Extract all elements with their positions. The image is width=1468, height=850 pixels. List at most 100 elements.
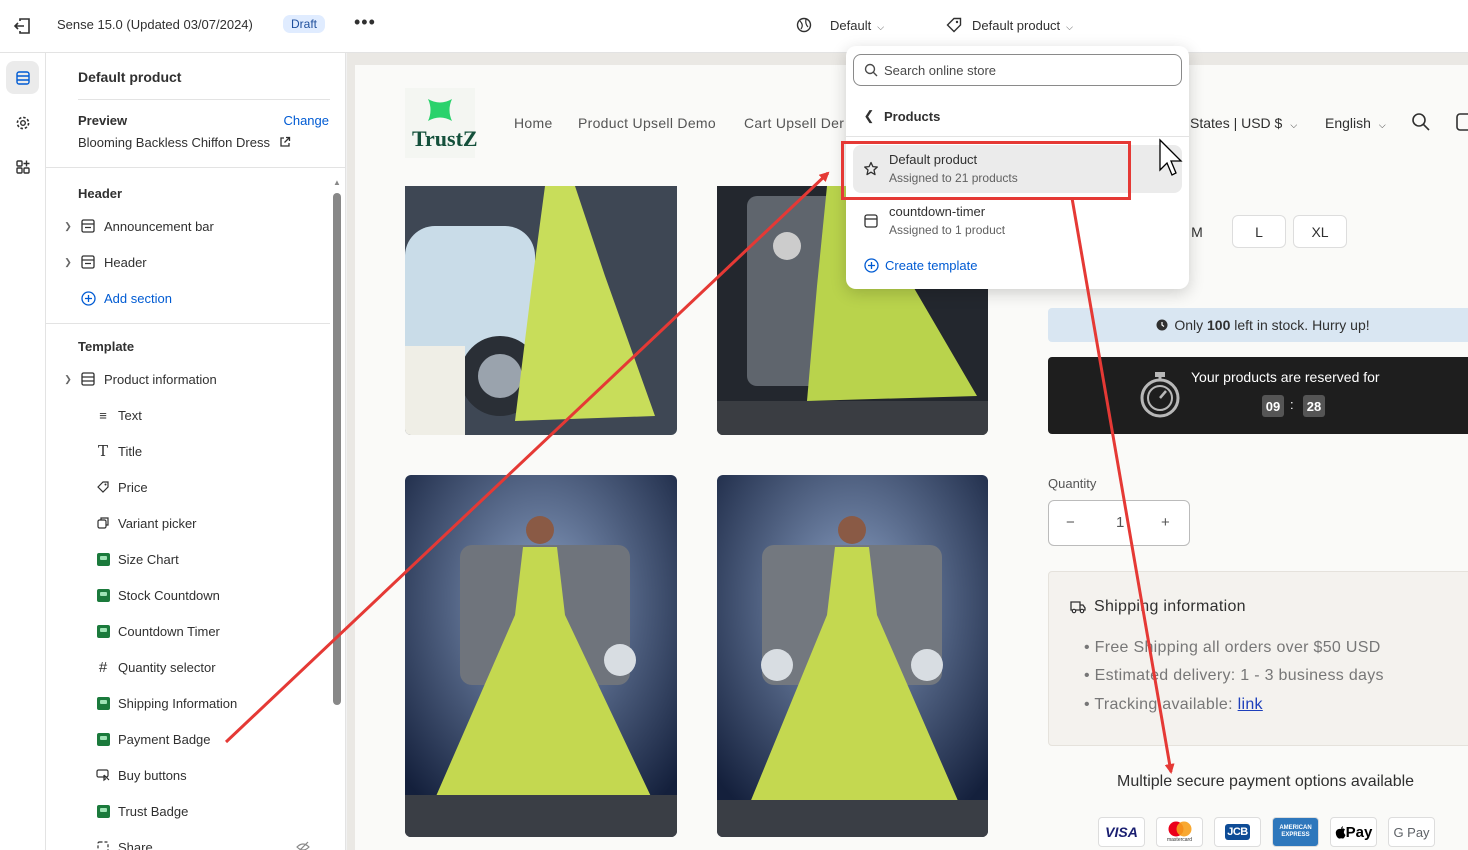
left-rail <box>0 53 46 850</box>
preview-product[interactable]: Blooming Backless Chiffon Dress <box>78 135 291 150</box>
quantity-decrease-button[interactable]: − <box>1066 514 1075 531</box>
app-block-icon <box>96 804 110 818</box>
locale-selector-label: Default <box>830 18 872 33</box>
nav-cart-upsell-demo[interactable]: Cart Upsell Der <box>744 115 844 131</box>
template-option-countdown-timer[interactable]: countdown-timer Assigned to 1 product <box>853 197 1182 245</box>
price-tag-icon <box>96 480 110 494</box>
add-section-button[interactable]: Add section <box>80 288 172 308</box>
template-search <box>853 54 1182 86</box>
template-selector[interactable]: Default product ⌵ <box>972 18 1073 33</box>
section-product-information[interactable]: ❯ Product information <box>62 369 217 389</box>
status-badge: Draft <box>283 15 326 33</box>
mastercard-label: mastercard <box>1166 837 1192 843</box>
section-announcement-bar[interactable]: ❯ Announcement bar <box>62 216 214 236</box>
timer-label: Your products are reserved for <box>1191 369 1380 385</box>
block-label: Title <box>118 443 143 459</box>
tag-icon <box>946 17 962 33</box>
sections-rail-button[interactable] <box>6 61 39 94</box>
block-label: Shipping Information <box>118 695 238 711</box>
payment-badges: VISA mastercard JCB AMERICAN EXPRESS Pay… <box>1098 817 1435 847</box>
divider <box>78 99 330 100</box>
section-icon <box>80 218 96 234</box>
quantity-stepper: − 1 + <box>1048 500 1190 546</box>
create-template-button[interactable]: Create template <box>864 258 978 273</box>
visa-badge: VISA <box>1098 817 1145 847</box>
chevron-left-icon: ❮ <box>863 108 875 123</box>
amex-label: AMERICAN EXPRESS <box>1279 825 1312 838</box>
sidebar-scrollbar[interactable] <box>333 193 341 705</box>
text-lines-icon: ≡ <box>99 407 107 423</box>
exit-icon[interactable] <box>12 16 32 36</box>
section-header[interactable]: ❯ Header <box>62 252 146 272</box>
quantity-value[interactable]: 1 <box>1116 514 1124 531</box>
block-payment-badge[interactable]: Payment Badge <box>96 729 211 749</box>
title-t-icon: T <box>97 442 108 460</box>
block-quantity-selector[interactable]: # Quantity selector <box>96 657 216 677</box>
google-pay-badge: G Pay <box>1388 817 1435 847</box>
apps-rail-button[interactable] <box>6 150 39 183</box>
hash-icon: # <box>98 658 108 676</box>
product-image-3[interactable] <box>405 475 677 837</box>
logo-mark-icon <box>428 99 452 121</box>
size-option-xl[interactable]: XL <box>1293 215 1347 248</box>
apple-icon <box>1335 825 1346 839</box>
nav-home[interactable]: Home <box>514 115 553 131</box>
block-price[interactable]: Price <box>96 477 148 497</box>
jcb-label: JCB <box>1225 824 1250 840</box>
shipping-item-text: Estimated delivery: 1 - 3 business days <box>1094 667 1384 684</box>
chevron-down-icon: ⌵ <box>1290 120 1298 130</box>
block-size-chart[interactable]: Size Chart <box>96 549 179 569</box>
shipping-item: • Estimated delivery: 1 - 3 business day… <box>1084 667 1384 684</box>
block-variant-picker[interactable]: Variant picker <box>96 513 197 533</box>
block-shipping-information[interactable]: Shipping Information <box>96 693 237 713</box>
block-buy-buttons[interactable]: Buy buttons <box>96 765 187 785</box>
search-icon[interactable] <box>1411 112 1431 132</box>
block-stock-countdown[interactable]: Stock Countdown <box>96 585 220 605</box>
stopwatch-icon <box>1140 372 1180 418</box>
block-label: Countdown Timer <box>118 623 220 639</box>
chevron-down-icon[interactable]: ❯ <box>62 374 74 385</box>
stock-countdown-bar: Only 100 left in stock. Hurry up! <box>1048 308 1468 342</box>
block-label: Payment Badge <box>118 731 211 747</box>
block-label: Text <box>118 407 142 423</box>
block-trust-badge[interactable]: Trust Badge <box>96 801 188 821</box>
back-to-templates-button[interactable]: ❮ Products <box>854 104 1182 128</box>
quantity-label: Quantity <box>1048 476 1097 491</box>
more-actions-button[interactable]: ••• <box>354 12 376 33</box>
divider <box>46 323 330 324</box>
search-input[interactable] <box>884 55 1174 85</box>
block-text[interactable]: ≡ Text <box>96 405 142 425</box>
tracking-link[interactable]: link <box>1238 696 1263 713</box>
account-icon[interactable] <box>1455 112 1468 132</box>
language-selector[interactable]: English ⌵ <box>1325 115 1386 131</box>
change-preview-link[interactable]: Change <box>283 113 329 128</box>
app-block-icon <box>96 552 110 566</box>
template-option-name: countdown-timer <box>889 204 986 219</box>
shipping-item: • Free Shipping all orders over $50 USD <box>1084 639 1381 656</box>
locale-selector[interactable]: Default ⌵ <box>830 18 884 33</box>
chevron-down-icon: ⌵ <box>1378 120 1386 130</box>
plus-circle-icon <box>864 258 879 273</box>
create-template-label: Create template <box>885 258 978 273</box>
settings-rail-button[interactable] <box>6 106 39 139</box>
product-image-4[interactable] <box>717 475 988 837</box>
block-share[interactable]: Share <box>96 837 153 850</box>
chevron-right-icon[interactable]: ❯ <box>62 221 74 232</box>
variant-picker-icon <box>96 516 110 530</box>
sidebar: Default product Preview Change Blooming … <box>46 53 346 850</box>
chevron-right-icon[interactable]: ❯ <box>62 257 74 268</box>
product-image-1[interactable] <box>405 186 677 435</box>
block-title[interactable]: T Title <box>96 441 142 461</box>
size-option-l[interactable]: L <box>1232 215 1286 248</box>
currency-selector[interactable]: States | USD $ ⌵ <box>1190 115 1297 131</box>
store-logo[interactable]: TrustZ <box>405 88 478 158</box>
block-countdown-timer[interactable]: Countdown Timer <box>96 621 220 641</box>
plus-circle-icon <box>80 290 96 306</box>
quantity-increase-button[interactable]: + <box>1161 514 1170 531</box>
block-label: Trust Badge <box>118 803 189 819</box>
nav-product-upsell-demo[interactable]: Product Upsell Demo <box>578 115 716 131</box>
divider <box>846 136 1189 137</box>
section-icon <box>80 371 96 387</box>
scroll-up-arrow[interactable]: ▲ <box>333 178 341 187</box>
eye-hidden-icon[interactable] <box>296 840 310 850</box>
